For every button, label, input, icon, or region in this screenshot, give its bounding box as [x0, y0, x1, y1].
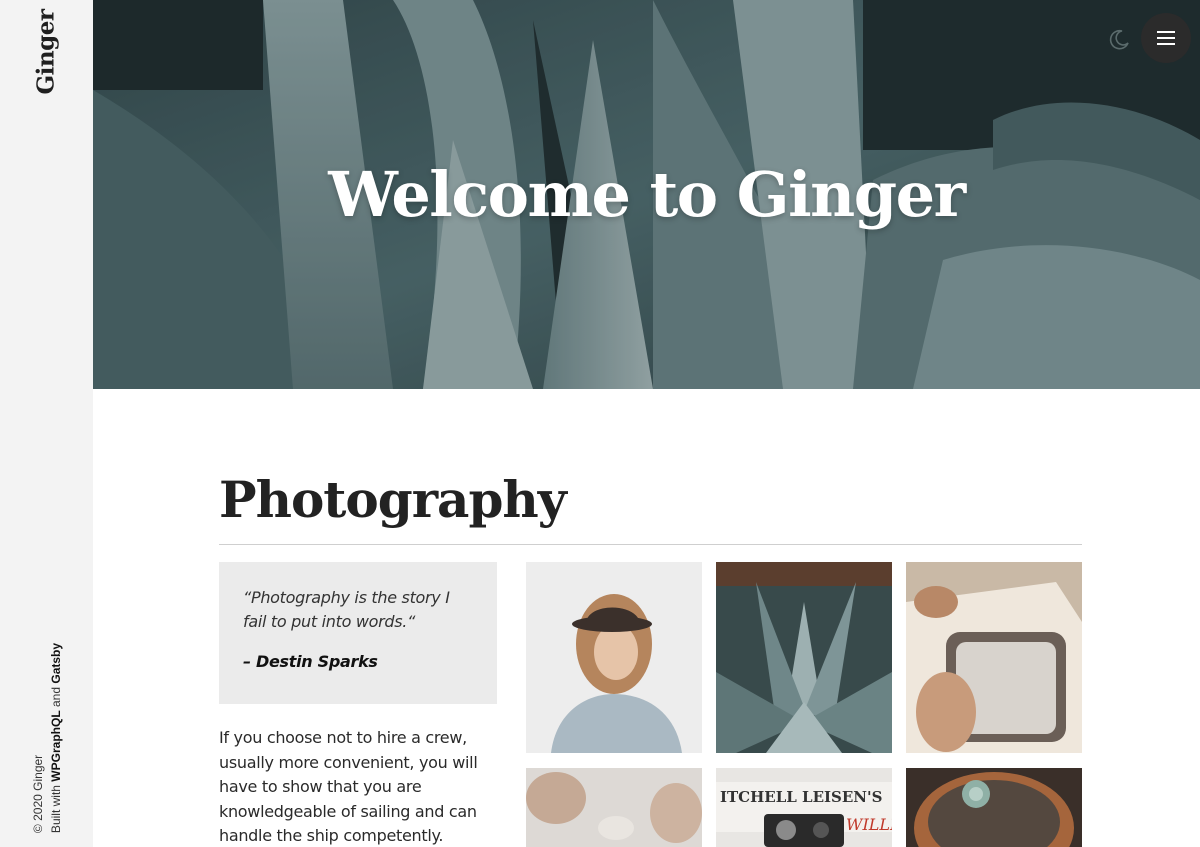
moon-icon[interactable]: [1107, 28, 1131, 52]
succulent-pot-photo: [906, 768, 1082, 847]
agave-photo: [716, 562, 892, 753]
gallery-tile-succulent-pot[interactable]: [906, 768, 1082, 847]
menu-button[interactable]: [1141, 13, 1191, 63]
gallery-tile-car-window[interactable]: [906, 562, 1082, 753]
quote-author: – Destin Sparks: [243, 652, 378, 671]
hamburger-icon: [1157, 31, 1175, 33]
gallery-tile-agave[interactable]: [716, 562, 892, 753]
hero-banner: Welcome to Ginger: [93, 0, 1200, 389]
gallery-tile-woman-hat[interactable]: [526, 562, 702, 753]
svg-text:ITCHELL LEISEN'S: ITCHELL LEISEN'S: [720, 788, 882, 806]
woman-hat-photo: [526, 562, 702, 753]
section-paragraph: If you choose not to hire a crew, usuall…: [219, 728, 478, 845]
sidebar: Ginger © 2020 Ginger Built with WPGraphQ…: [0, 0, 93, 847]
dried-flowers-photo: [526, 768, 702, 847]
hero-title: Welcome to Ginger: [328, 158, 966, 231]
svg-text:WILLING: WILLING: [846, 815, 892, 834]
section-divider: [219, 544, 1082, 545]
quote-text: “Photography is the story I fail to put …: [243, 588, 450, 631]
gallery-tile-dried-flowers[interactable]: [526, 768, 702, 847]
camera-sign-photo: ITCHELL LEISEN'S WILLING: [716, 768, 892, 847]
built-with-line: Built with WPGraphQL and Gatsby: [47, 643, 65, 833]
wpgraphql-link[interactable]: WPGraphQL: [49, 710, 63, 781]
and-label: and: [49, 686, 63, 707]
section-title: Photography: [219, 470, 567, 529]
site-logo[interactable]: Ginger: [33, 10, 60, 95]
car-window-photo: [906, 562, 1082, 753]
built-with-label: Built with: [49, 785, 63, 834]
gatsby-link[interactable]: Gatsby: [49, 643, 63, 684]
footer-credits: © 2020 Ginger Built with WPGraphQL and G…: [0, 640, 93, 840]
copyright-text: © 2020 Ginger: [31, 754, 45, 834]
quote-block: “Photography is the story I fail to put …: [219, 562, 497, 704]
gallery-tile-camera-sign[interactable]: ITCHELL LEISEN'S WILLING: [716, 768, 892, 847]
